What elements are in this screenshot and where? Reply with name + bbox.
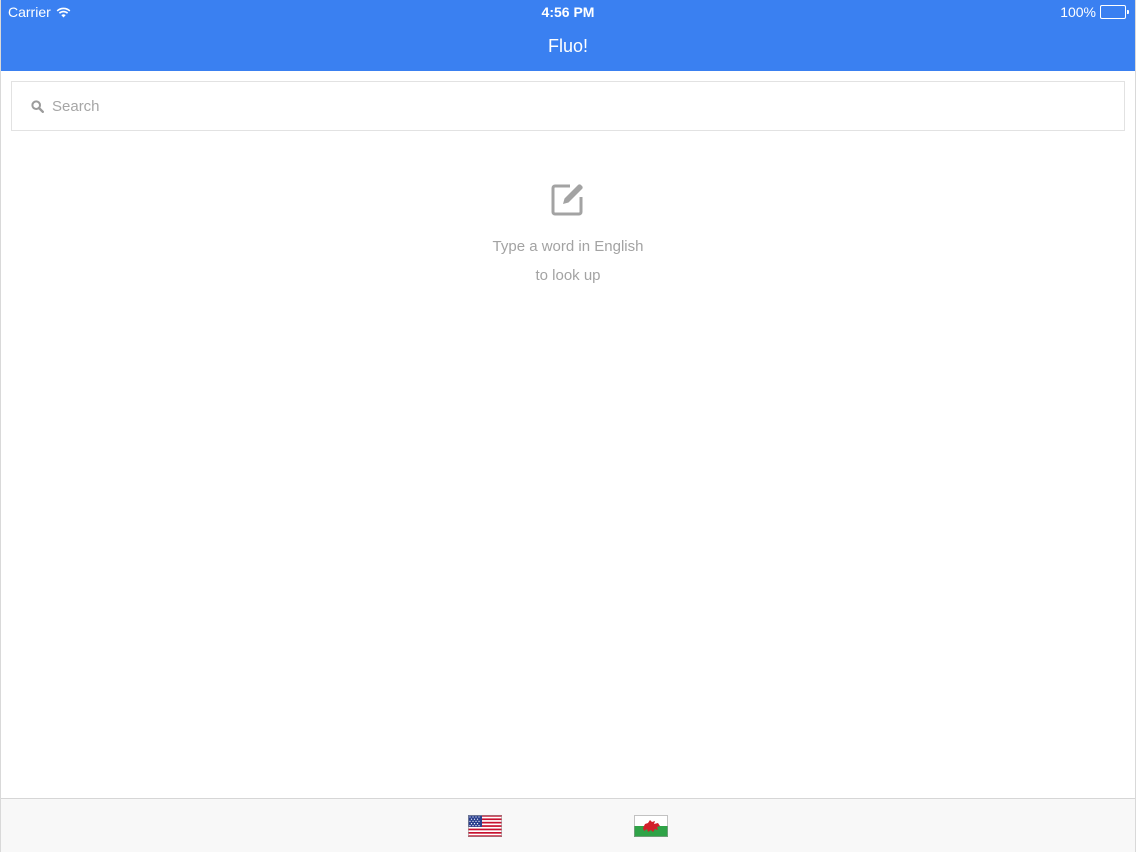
edit-icon	[550, 181, 586, 217]
search-bar[interactable]	[11, 81, 1125, 131]
app-window: Carrier 4:56 PM 100% Fluo! Search Type a…	[0, 0, 1136, 852]
search-input[interactable]	[50, 96, 1124, 116]
search-icon	[30, 99, 44, 113]
status-time: 4:56 PM	[541, 4, 595, 20]
tab-bar	[1, 798, 1135, 852]
tab-welsh[interactable]	[634, 815, 668, 837]
nav-title: Fluo!	[547, 36, 589, 56]
empty-state-line-2: to look up	[535, 267, 601, 284]
battery-percent: 100%	[1060, 4, 1096, 20]
tab-english[interactable]	[468, 815, 502, 837]
empty-state-line-1: Type a word in English	[492, 238, 644, 255]
empty-state: Type a word in English to look up	[1, 181, 1135, 290]
wales-flag-icon	[634, 815, 668, 837]
header: Carrier 4:56 PM 100% Fluo!	[1, 0, 1135, 71]
us-flag-icon	[468, 815, 502, 837]
status-bar: Carrier 4:56 PM 100%	[1, 0, 1135, 22]
battery-info: 100%	[1060, 4, 1129, 20]
battery-icon	[1100, 5, 1129, 19]
